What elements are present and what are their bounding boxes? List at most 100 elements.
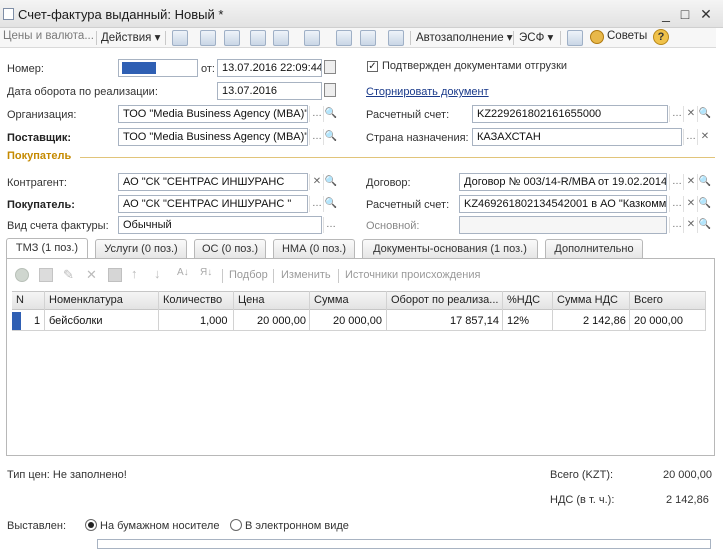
country-field[interactable]: КАЗАХСТАН [472, 128, 682, 146]
clear-icon[interactable]: ✕ [683, 196, 698, 212]
column-header-n[interactable]: N [16, 294, 24, 306]
prices-currency-button[interactable]: Цены и валюта... [3, 30, 94, 42]
copy-row-icon[interactable] [39, 268, 53, 282]
sort-ascending-icon[interactable]: A↓ [177, 267, 189, 278]
column-header-vat-rate[interactable]: %НДС [507, 294, 540, 306]
tab-base-documents[interactable]: Документы-основания (1 поз.) [362, 239, 538, 258]
esf-menu-button[interactable]: ЭСФ ▾ [519, 30, 553, 44]
column-header-item[interactable]: Номенклатура [49, 294, 123, 306]
cell-qty[interactable]: 1,000 [200, 315, 228, 327]
buyer-field[interactable]: АО "СК "СЕНТРАС ИНШУРАНС " [118, 195, 308, 213]
autofill-menu-button[interactable]: Автозаполнение ▾ [416, 30, 513, 44]
column-header-vat-sum[interactable]: Сумма НДС [557, 294, 618, 306]
clear-icon[interactable]: ✕ [697, 129, 712, 145]
document-icon [3, 8, 14, 20]
number-field[interactable] [118, 59, 198, 77]
select-button[interactable]: … [669, 196, 684, 212]
help-icon[interactable]: ? [653, 29, 669, 45]
issued-label: Выставлен: [7, 520, 67, 532]
calendar-icon[interactable] [324, 83, 336, 97]
select-button[interactable]: … [309, 196, 324, 212]
select-button[interactable]: … [669, 217, 684, 233]
contragent-field[interactable]: АО "СК "СЕНТРАС ИНШУРАНС [118, 173, 308, 191]
column-header-total[interactable]: Всего [634, 294, 663, 306]
delete-icon[interactable]: ✕ [86, 267, 97, 283]
select-items-button[interactable]: Подбор [229, 269, 268, 281]
select-button[interactable]: … [309, 129, 324, 145]
tab-services[interactable]: Услуги (0 поз.) [95, 239, 187, 258]
print-icon[interactable] [200, 30, 216, 46]
search-icon[interactable]: 🔍 [323, 196, 338, 212]
buyer-account-field[interactable]: KZ469261802134542001 в АО "Казкомм [459, 195, 667, 213]
cell-vat-sum[interactable]: 2 142,86 [583, 315, 626, 327]
confirmed-checkbox[interactable]: ✓ [367, 61, 378, 72]
electronic-radio[interactable] [230, 519, 242, 531]
account-field[interactable]: KZ229261802161655000 [472, 105, 668, 123]
contract-field[interactable]: Договор № 003/14-R/MBA от 19.02.2014 [459, 173, 667, 191]
cell-price[interactable]: 20 000,00 [257, 315, 306, 327]
select-button[interactable]: … [669, 106, 684, 122]
select-button[interactable]: … [669, 174, 684, 190]
save-icon[interactable] [108, 268, 122, 282]
tab-intangible-assets[interactable]: НМА (0 поз.) [273, 239, 355, 258]
maximize-icon[interactable]: □ [677, 6, 693, 22]
main-field[interactable] [459, 216, 667, 234]
paper-radio[interactable] [85, 519, 97, 531]
copy-icon[interactable] [224, 30, 240, 46]
report-icon[interactable] [273, 30, 289, 46]
tips-button[interactable]: Советы [607, 30, 647, 42]
clear-icon[interactable]: ✕ [309, 174, 324, 190]
clear-icon[interactable]: ✕ [683, 217, 698, 233]
date-field[interactable]: 13.07.2016 22:09:44 [217, 59, 322, 77]
change-button[interactable]: Изменить [281, 269, 331, 281]
edit-icon[interactable]: ✎ [63, 267, 74, 283]
country-label: Страна назначения: [366, 132, 469, 144]
cell-vat-rate[interactable]: 12% [507, 315, 529, 327]
post-icon[interactable] [172, 30, 188, 46]
sources-button[interactable]: Источники происхождения [345, 269, 480, 281]
journal-icon[interactable] [567, 30, 583, 46]
supplier-field[interactable]: ТОО "Media Business Agency (MBA)" [118, 128, 308, 146]
structure-icon[interactable] [336, 30, 352, 46]
based-on-icon[interactable] [250, 30, 266, 46]
add-icon[interactable] [15, 268, 29, 282]
search-icon[interactable]: 🔍 [697, 196, 712, 212]
cell-sum[interactable]: 20 000,00 [333, 315, 382, 327]
move-up-icon[interactable]: ↑ [131, 266, 138, 281]
select-button[interactable]: … [309, 106, 324, 122]
comment-field[interactable] [97, 539, 711, 549]
clear-icon[interactable]: ✕ [683, 174, 698, 190]
actions-menu-button[interactable]: Действия ▾ [101, 30, 160, 44]
clear-icon[interactable]: ✕ [683, 106, 698, 122]
cell-item[interactable]: бейсболки [49, 315, 103, 327]
search-icon[interactable]: 🔍 [697, 106, 712, 122]
navigate-icon[interactable] [304, 30, 320, 46]
cell-total[interactable]: 20 000,00 [634, 315, 683, 327]
column-header-qty[interactable]: Количество [163, 294, 222, 306]
select-button[interactable]: … [323, 217, 338, 233]
search-icon[interactable]: 🔍 [323, 174, 338, 190]
invoice-type-field[interactable]: Обычный [118, 216, 322, 234]
search-icon[interactable]: 🔍 [323, 129, 338, 145]
move-down-icon[interactable]: ↓ [154, 266, 161, 281]
cell-turnover[interactable]: 17 857,14 [450, 315, 499, 327]
sort-descending-icon[interactable]: Я↓ [200, 267, 212, 278]
list-icon[interactable] [360, 30, 376, 46]
minimize-icon[interactable]: _ [658, 6, 674, 22]
column-header-price[interactable]: Цена [238, 294, 264, 306]
column-header-sum[interactable]: Сумма [314, 294, 349, 306]
debit-credit-icon[interactable] [388, 30, 404, 46]
search-icon[interactable]: 🔍 [323, 106, 338, 122]
search-icon[interactable]: 🔍 [697, 174, 712, 190]
turnover-date-field[interactable]: 13.07.2016 [217, 82, 322, 100]
calendar-icon[interactable] [324, 60, 336, 74]
search-icon[interactable]: 🔍 [697, 217, 712, 233]
reverse-document-link[interactable]: Сторнировать документ [366, 86, 489, 98]
close-icon[interactable]: ✕ [698, 6, 714, 22]
organization-field[interactable]: ТОО "Media Business Agency (MBA)" [118, 105, 308, 123]
tab-additional[interactable]: Дополнительно [545, 239, 643, 258]
select-button[interactable]: … [683, 129, 698, 145]
tab-fixed-assets[interactable]: ОС (0 поз.) [194, 239, 266, 258]
column-header-turnover[interactable]: Оборот по реализа... [391, 294, 498, 306]
tab-tmz[interactable]: ТМЗ (1 поз.) [6, 238, 88, 259]
